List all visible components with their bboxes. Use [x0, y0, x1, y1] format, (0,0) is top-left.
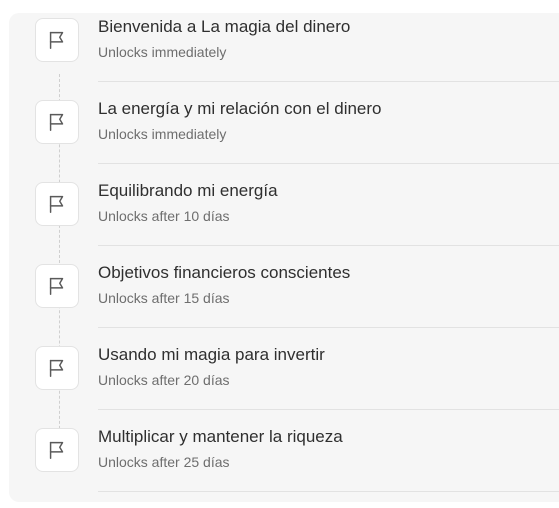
lesson-item-1[interactable]: Bienvenida a La magia del dinero Unlocks… — [9, 0, 559, 82]
lesson-item-4[interactable]: Objetivos financieros conscientes Unlock… — [9, 246, 559, 328]
unlock-status: Unlocks after 20 días — [98, 372, 230, 388]
lesson-title[interactable]: Bienvenida a La magia del dinero — [98, 17, 350, 37]
lesson-item-6[interactable]: Multiplicar y mantener la riqueza Unlock… — [9, 410, 559, 492]
divider — [98, 491, 559, 492]
lesson-item-2[interactable]: La energía y mi relación con el dinero U… — [9, 82, 559, 164]
flag-icon — [35, 428, 79, 472]
lesson-title[interactable]: Equilibrando mi energía — [98, 181, 278, 201]
flag-icon — [35, 182, 79, 226]
lesson-item-3[interactable]: Equilibrando mi energía Unlocks after 10… — [9, 164, 559, 246]
unlock-status: Unlocks after 15 días — [98, 290, 230, 306]
lesson-item-5[interactable]: Usando mi magia para invertir Unlocks af… — [9, 328, 559, 410]
flag-icon — [35, 18, 79, 62]
unlock-status: Unlocks after 25 días — [98, 454, 230, 470]
lesson-title[interactable]: Usando mi magia para invertir — [98, 345, 325, 365]
lesson-title[interactable]: La energía y mi relación con el dinero — [98, 99, 382, 119]
unlock-status: Unlocks after 10 días — [98, 208, 230, 224]
flag-icon — [35, 264, 79, 308]
lesson-title[interactable]: Objetivos financieros conscientes — [98, 263, 350, 283]
unlock-status: Unlocks immediately — [98, 44, 227, 60]
flag-icon — [35, 346, 79, 390]
unlock-status: Unlocks immediately — [98, 126, 227, 142]
lesson-title[interactable]: Multiplicar y mantener la riqueza — [98, 427, 343, 447]
flag-icon — [35, 100, 79, 144]
